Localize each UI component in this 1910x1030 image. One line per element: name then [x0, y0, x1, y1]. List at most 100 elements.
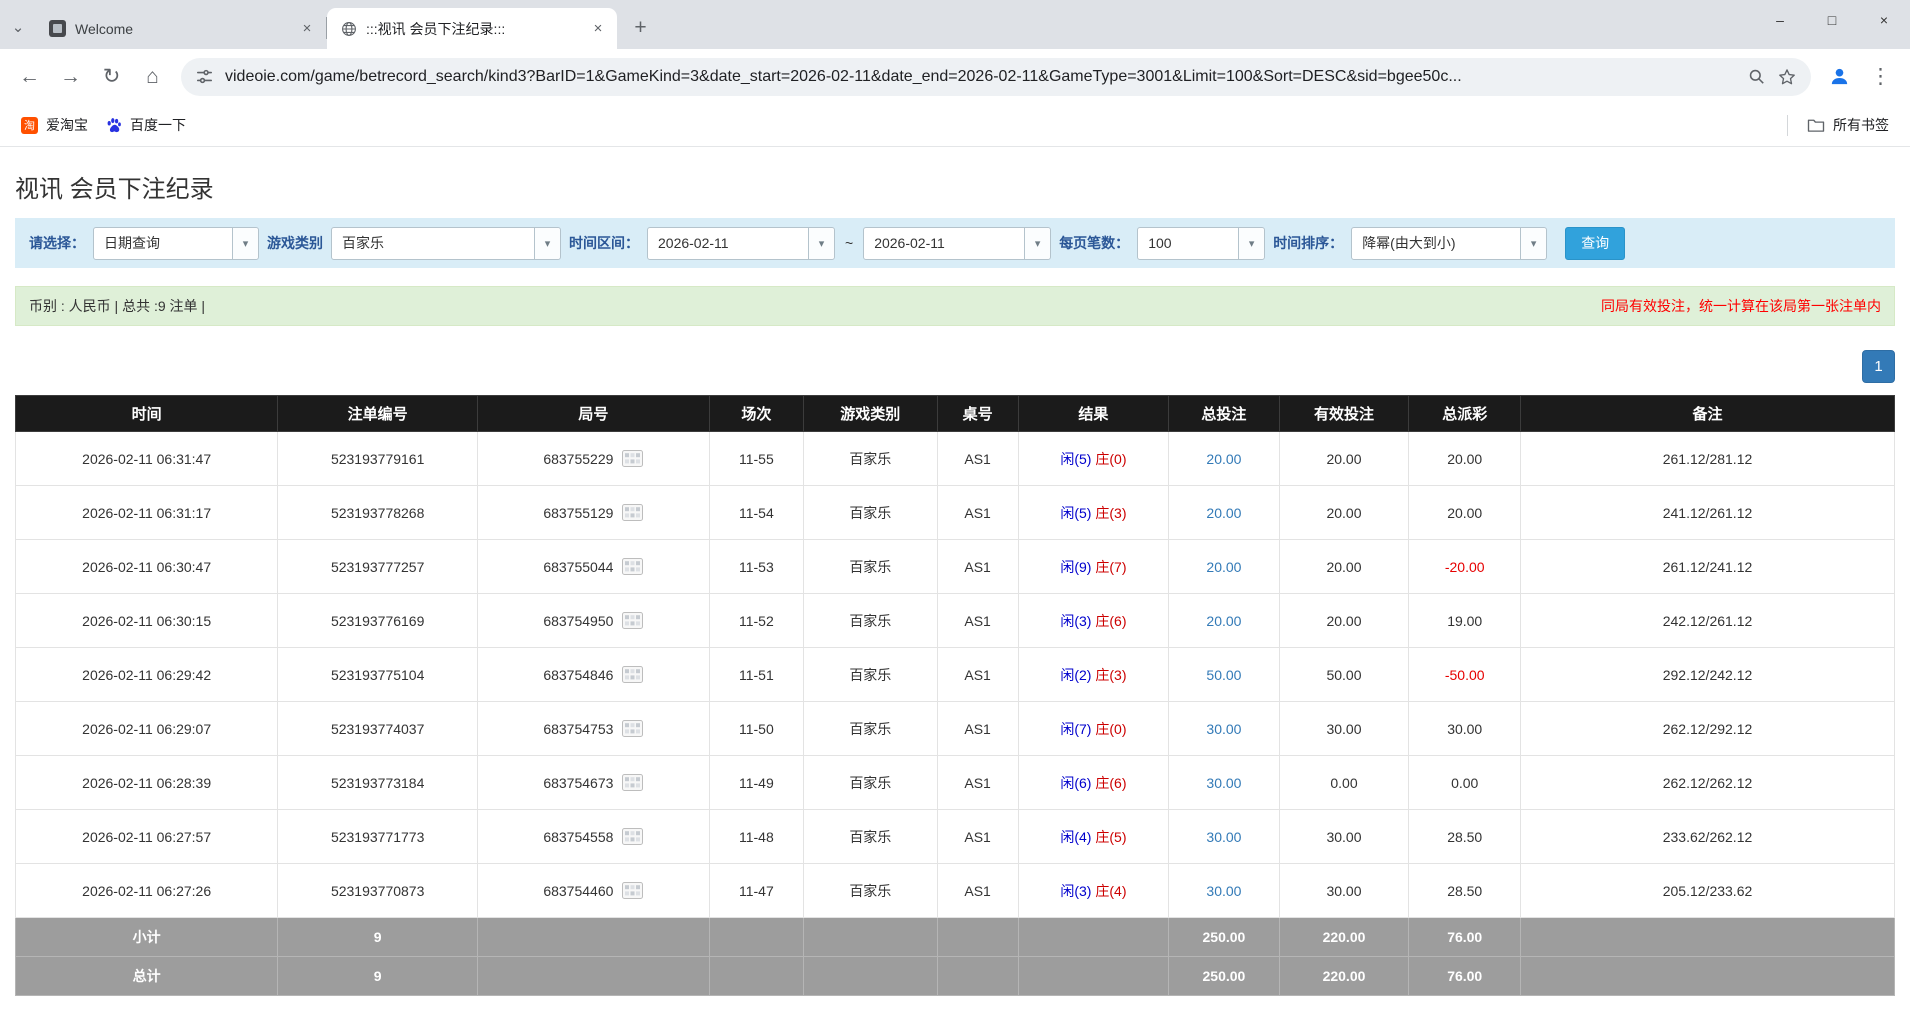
search-button[interactable]: 查询: [1565, 227, 1625, 260]
table-row: 2026-02-11 06:31:17 523193778268 6837551…: [16, 486, 1895, 540]
cell-valid-bet: 20.00: [1279, 432, 1409, 486]
tab-title: Welcome: [75, 21, 287, 37]
cell-bet-id: 523193774037: [278, 702, 478, 756]
cell-total-bet: 30.00: [1169, 756, 1279, 810]
chevron-down-icon: ▾: [1024, 228, 1050, 259]
total-bet-link[interactable]: 30.00: [1206, 721, 1241, 737]
result-banker: 庄(4): [1095, 883, 1126, 899]
cell-game-kind: 百家乐: [804, 540, 938, 594]
round-result-icon[interactable]: [622, 774, 643, 791]
bookmark-baidu[interactable]: 百度一下: [97, 110, 195, 140]
home-icon[interactable]: ⌂: [133, 57, 172, 96]
date-start-select[interactable]: 2026-02-11 ▾: [647, 227, 835, 260]
total-bet-link[interactable]: 20.00: [1206, 451, 1241, 467]
round-result-icon[interactable]: [622, 450, 643, 467]
cell-table-no: AS1: [937, 756, 1018, 810]
round-result-icon[interactable]: [622, 720, 643, 737]
sort-select[interactable]: 降幂(由大到小) ▾: [1351, 227, 1547, 260]
menu-kebab-icon[interactable]: ⋮: [1861, 57, 1900, 96]
cell-result: 闲(6) 庄(6): [1018, 756, 1169, 810]
total-bet-link[interactable]: 20.00: [1206, 559, 1241, 575]
zoom-icon[interactable]: [1747, 67, 1766, 86]
cell-result: 闲(2) 庄(3): [1018, 648, 1169, 702]
total-bet-link[interactable]: 30.00: [1206, 883, 1241, 899]
tab-welcome[interactable]: Welcome ×: [36, 8, 326, 49]
cell-session: 11-55: [709, 432, 803, 486]
forward-icon[interactable]: →: [51, 57, 90, 96]
round-number: 683755229: [543, 451, 613, 467]
cell-result: 闲(5) 庄(0): [1018, 432, 1169, 486]
cell-bet-id: 523193770873: [278, 864, 478, 918]
per-page-select[interactable]: 100 ▾: [1137, 227, 1265, 260]
query-type-select[interactable]: 日期查询 ▾: [93, 227, 259, 260]
maximize-button[interactable]: □: [1806, 0, 1858, 40]
valid-bet-notice: 同局有效投注，统一计算在该局第一张注单内: [1601, 296, 1881, 316]
total-bet-link[interactable]: 20.00: [1206, 613, 1241, 629]
cell-session: 11-50: [709, 702, 803, 756]
site-info-icon[interactable]: [195, 67, 214, 86]
cell-round: 683754460: [478, 864, 710, 918]
close-button[interactable]: ×: [1858, 0, 1910, 40]
url-text[interactable]: videoie.com/game/betrecord_search/kind3?…: [225, 68, 1736, 86]
minimize-button[interactable]: –: [1754, 0, 1806, 40]
tab-bet-record[interactable]: :::视讯 会员下注纪录::: ×: [327, 8, 617, 49]
date-range-label: 时间区间：: [569, 233, 639, 253]
result-player: 闲(4): [1060, 829, 1091, 845]
subtotal-payout: 76.00: [1409, 918, 1521, 957]
cell-valid-bet: 30.00: [1279, 702, 1409, 756]
cell-session: 11-54: [709, 486, 803, 540]
table-row: 2026-02-11 06:27:26 523193770873 6837544…: [16, 864, 1895, 918]
cell-table-no: AS1: [937, 486, 1018, 540]
round-result-icon[interactable]: [622, 828, 643, 845]
cell-result: 闲(5) 庄(3): [1018, 486, 1169, 540]
address-bar[interactable]: videoie.com/game/betrecord_search/kind3?…: [181, 58, 1811, 96]
new-tab-button[interactable]: +: [624, 11, 657, 44]
summary-bar: 币别 : 人民币 | 总共 :9 注单 | 同局有效投注，统一计算在该局第一张注…: [15, 286, 1895, 326]
round-result-icon[interactable]: [622, 612, 643, 629]
cell-bet-id: 523193775104: [278, 648, 478, 702]
cell-round: 683754673: [478, 756, 710, 810]
total-bet-link[interactable]: 20.00: [1206, 505, 1241, 521]
header-round: 局号: [478, 396, 710, 432]
cell-table-no: AS1: [937, 864, 1018, 918]
round-result-icon[interactable]: [622, 504, 643, 521]
cell-game-kind: 百家乐: [804, 432, 938, 486]
total-bet-link[interactable]: 30.00: [1206, 829, 1241, 845]
chevron-down-icon: ▾: [232, 228, 258, 259]
page-title: 视讯 会员下注纪录: [15, 169, 1895, 204]
round-result-icon[interactable]: [622, 882, 643, 899]
game-kind-label: 游戏类别: [267, 233, 323, 253]
profile-icon[interactable]: [1820, 57, 1859, 96]
cell-result: 闲(3) 庄(4): [1018, 864, 1169, 918]
round-number: 683754460: [543, 883, 613, 899]
reload-icon[interactable]: ↻: [92, 57, 131, 96]
cell-game-kind: 百家乐: [804, 648, 938, 702]
chevron-down-icon: ▾: [1238, 228, 1264, 259]
tab-close-icon[interactable]: ×: [296, 18, 318, 40]
cell-payout: 0.00: [1409, 756, 1521, 810]
filter-bar: 请选择： 日期查询 ▾ 游戏类别 百家乐 ▾ 时间区间： 2026-02-11 …: [15, 218, 1895, 268]
page-1-button[interactable]: 1: [1862, 350, 1895, 383]
back-icon[interactable]: ←: [10, 57, 49, 96]
chevron-down-icon: ▾: [1520, 228, 1546, 259]
cell-session: 11-48: [709, 810, 803, 864]
cell-note: 241.12/261.12: [1521, 486, 1895, 540]
cell-round: 683754558: [478, 810, 710, 864]
bookmark-aitaobao[interactable]: 淘 爱淘宝: [12, 110, 97, 140]
date-end-select[interactable]: 2026-02-11 ▾: [863, 227, 1051, 260]
cell-round: 683755229: [478, 432, 710, 486]
tab-search-chevron-icon[interactable]: ⌄: [0, 5, 36, 49]
globe-icon: [340, 20, 357, 37]
cell-result: 闲(9) 庄(7): [1018, 540, 1169, 594]
all-bookmarks-button[interactable]: 所有书签: [1798, 110, 1898, 140]
round-result-icon[interactable]: [622, 558, 643, 575]
cell-valid-bet: 20.00: [1279, 486, 1409, 540]
total-bet-link[interactable]: 30.00: [1206, 775, 1241, 791]
round-result-icon[interactable]: [622, 666, 643, 683]
tab-close-icon[interactable]: ×: [587, 18, 609, 40]
cell-session: 11-52: [709, 594, 803, 648]
total-bet-link[interactable]: 50.00: [1206, 667, 1241, 683]
bookmark-star-icon[interactable]: [1777, 67, 1797, 87]
cell-note: 242.12/261.12: [1521, 594, 1895, 648]
game-kind-select[interactable]: 百家乐 ▾: [331, 227, 561, 260]
